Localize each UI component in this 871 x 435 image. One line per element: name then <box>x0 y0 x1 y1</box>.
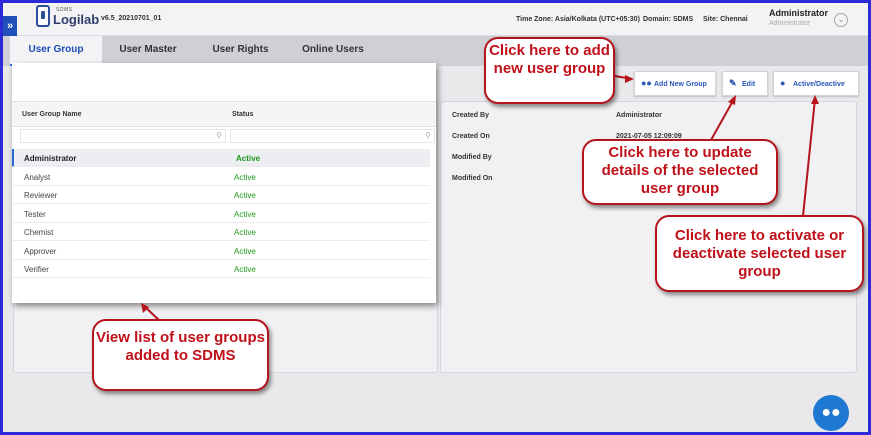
active-deactive-label: Active/Deactive <box>793 81 845 88</box>
tab-user-group[interactable]: User Group <box>10 36 102 66</box>
tab-user-master[interactable]: User Master <box>108 36 188 66</box>
edit-callout: Click here to update details of the sele… <box>582 139 778 205</box>
modified-by-label: Modified By <box>452 154 492 161</box>
timezone-label: Time Zone: Asia/Kolkata (UTC+05:30) <box>516 16 640 23</box>
edit-button[interactable]: ✎ Edit <box>722 71 768 96</box>
created-on-label: Created On <box>452 133 490 140</box>
status-cell: Active <box>234 172 256 182</box>
logo-text: Logilab <box>53 12 100 27</box>
site-label: Site: Chennai <box>703 16 748 23</box>
user-role: Administrator <box>769 20 811 27</box>
search-icon: ⚲ <box>425 131 431 140</box>
add-new-group-label: Add New Group <box>654 81 707 88</box>
group-name-cell: Tester <box>24 209 46 219</box>
user-toggle-icon: ● <box>780 78 786 88</box>
add-callout-arrow <box>614 75 633 80</box>
group-name-cell: Verifier <box>24 265 49 274</box>
users-icon: ●● <box>641 78 652 88</box>
logilab-logo-icon <box>36 5 50 27</box>
group-name-cell: Administrator <box>24 154 77 163</box>
tab-user-rights[interactable]: User Rights <box>203 36 278 66</box>
modified-on-label: Modified On <box>452 175 493 182</box>
table-row[interactable]: Tester Active <box>12 205 430 223</box>
status-cell: Active <box>234 191 256 200</box>
add-group-callout: Click here to add new user group <box>484 37 615 104</box>
app-version: v6.5_20210701_01 <box>101 15 162 22</box>
domain-label: Domain: SDMS <box>643 16 694 23</box>
group-name-cell: Approver <box>24 246 57 256</box>
created-by-value: Administrator <box>616 112 662 119</box>
user-group-grid: User Group Name Status ⚲ ⚲ Administrator… <box>12 63 436 303</box>
column-header-status[interactable]: Status <box>232 111 253 118</box>
status-cell: Active <box>234 265 256 274</box>
add-new-group-button[interactable]: ●● Add New Group <box>634 71 716 96</box>
table-row[interactable]: Chemist Active <box>12 223 430 241</box>
toggle-callout: Click here to activate or deactivate sel… <box>655 215 864 292</box>
list-callout: View list of user groups added to SDMS <box>92 319 269 391</box>
table-row[interactable]: Reviewer Active <box>12 186 430 204</box>
table-row[interactable]: Verifier Active <box>12 260 430 278</box>
tab-online-users[interactable]: Online Users <box>293 36 373 66</box>
tab-bar: User Group User Master User Rights Onlin… <box>3 36 868 66</box>
status-cell: Active <box>236 154 261 163</box>
status-cell: Active <box>234 228 256 237</box>
column-header-name[interactable]: User Group Name <box>22 111 82 118</box>
group-name-cell: Analyst <box>24 172 51 182</box>
group-name-cell: Reviewer <box>24 191 58 200</box>
chevron-down-icon[interactable]: ⌄ <box>834 13 848 27</box>
expand-sidebar-icon[interactable]: » <box>3 16 17 36</box>
group-name-cell: Chemist <box>24 228 54 237</box>
table-row[interactable]: Administrator Active <box>12 149 430 167</box>
chat-icon[interactable]: ●● <box>813 395 849 431</box>
status-cell: Active <box>234 209 256 219</box>
created-by-label: Created By <box>452 112 489 119</box>
top-header: » SDMS Logilab v6.5_20210701_01 Time Zon… <box>3 3 868 36</box>
status-filter-input[interactable]: ⚲ <box>230 129 435 143</box>
name-filter-input[interactable]: ⚲ <box>20 129 226 143</box>
search-icon: ⚲ <box>216 131 222 140</box>
active-deactive-button[interactable]: ● Active/Deactive <box>773 71 859 96</box>
table-row[interactable]: Approver Active <box>12 242 430 260</box>
grid-header: User Group Name Status <box>12 101 436 127</box>
status-cell: Active <box>234 246 256 256</box>
user-name[interactable]: Administrator <box>769 8 828 18</box>
app-window: » SDMS Logilab v6.5_20210701_01 Time Zon… <box>3 3 868 432</box>
table-row[interactable]: Analyst Active <box>12 168 430 186</box>
edit-label: Edit <box>742 81 756 88</box>
edit-icon: ✎ <box>729 78 737 88</box>
